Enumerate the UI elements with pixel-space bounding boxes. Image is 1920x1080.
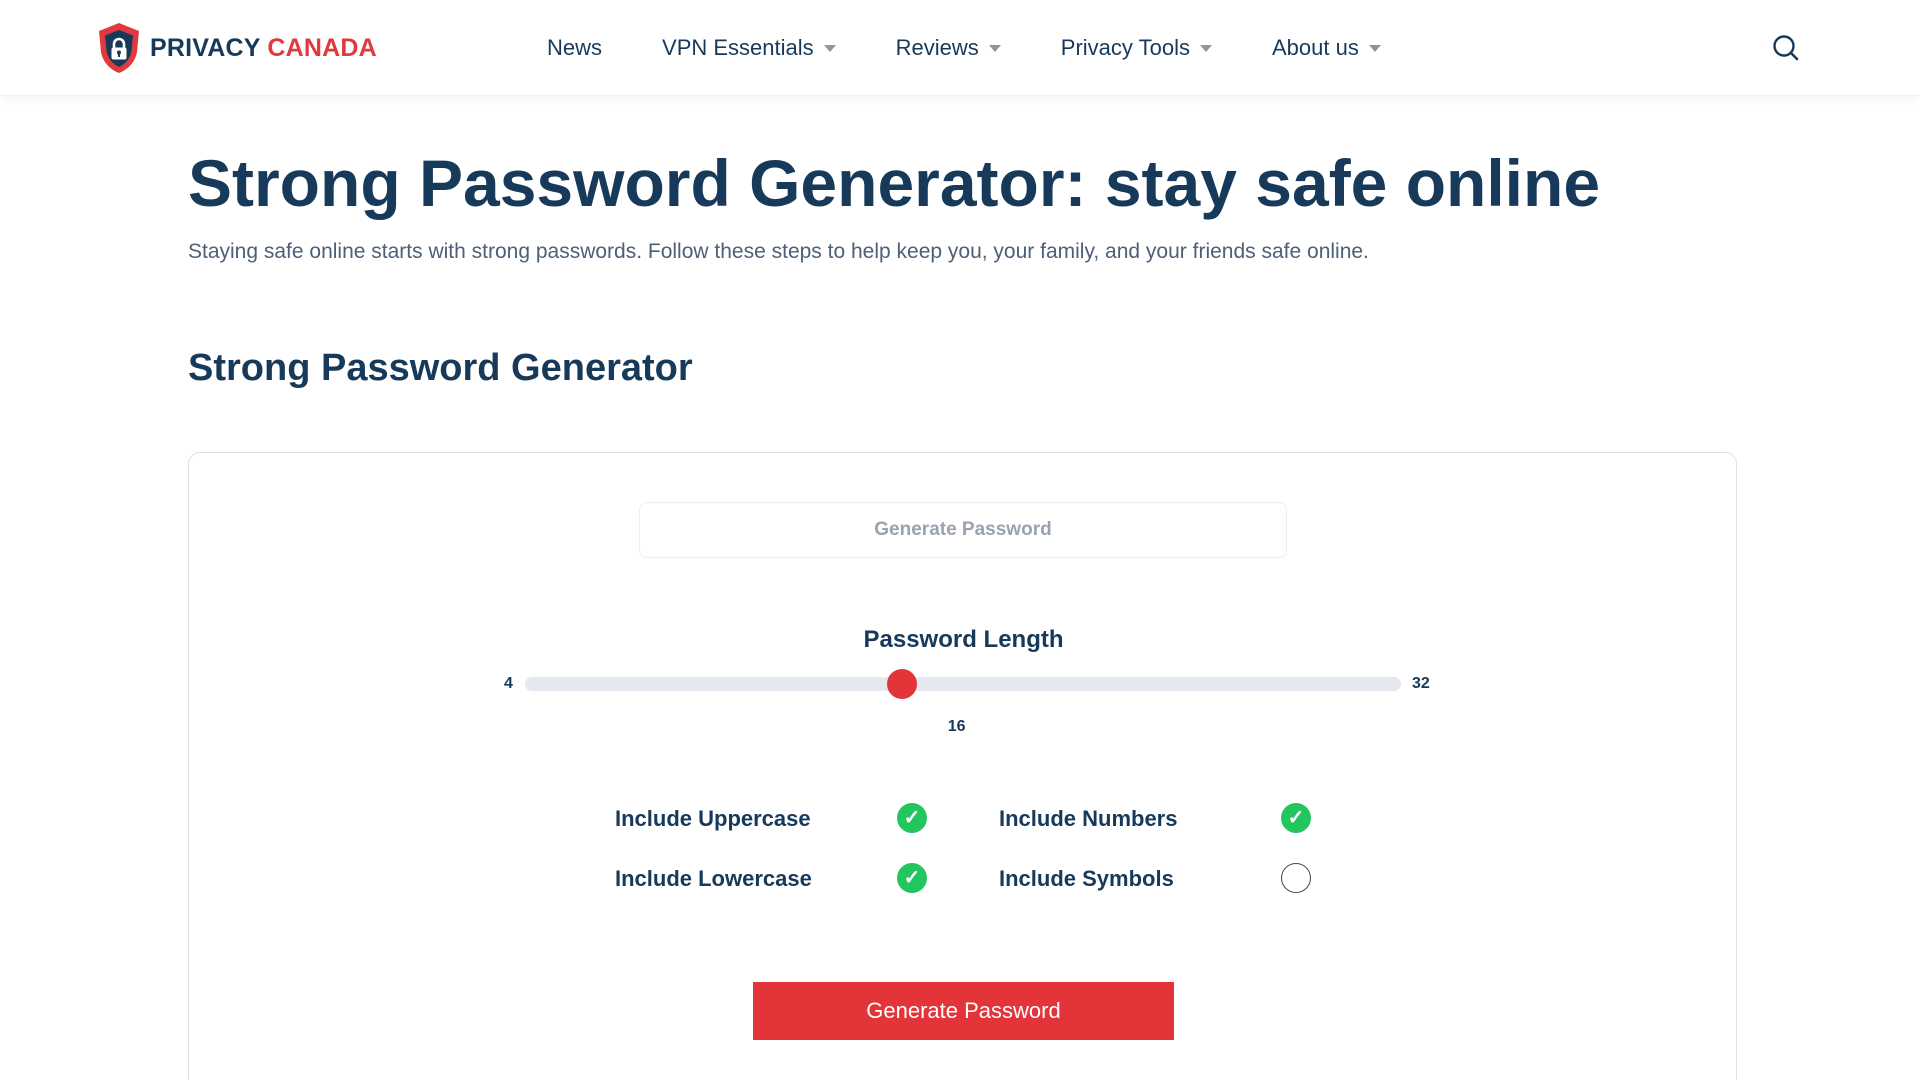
nav-reviews[interactable]: Reviews [896,35,1001,61]
chevron-down-icon [988,44,1001,52]
generate-password-button[interactable]: Generate Password [753,982,1174,1040]
chevron-down-icon [1199,44,1212,52]
checkmark-icon: ✓ [903,807,921,829]
main-nav: News VPN Essentials Reviews Privacy Tool… [547,0,1441,96]
logo-word-canada: CANADA [267,33,377,62]
checkmark-icon: ✓ [903,867,921,889]
option-lowercase-label: Include Lowercase [615,866,812,891]
nav-reviews-label: Reviews [895,35,979,60]
shield-lock-icon [99,23,139,73]
nav-vpn-essentials-label: VPN Essentials [662,35,814,60]
generate-password-button-label: Generate Password [866,998,1061,1023]
logo-word-privacy: PRIVACY [150,33,261,62]
page-subtitle: Staying safe online starts with strong p… [188,240,1369,263]
site-header: PRIVACY CANADA News VPN Essentials Revie… [0,0,1920,96]
password-length-label: Password Length [863,626,1064,653]
password-length-slider[interactable] [525,669,1401,699]
chevron-down-icon [1368,44,1381,52]
search-button[interactable] [1770,32,1802,64]
password-output-field[interactable]: Generate Password [639,502,1287,558]
option-symbols-label: Include Symbols [999,866,1174,891]
option-symbols-checkbox[interactable] [1281,863,1311,893]
option-numbers-checkbox[interactable]: ✓ [1281,803,1311,833]
chevron-down-icon [823,44,836,52]
nav-about-us-label: About us [1271,35,1359,60]
password-output-placeholder: Generate Password [874,519,1052,540]
nav-news-label: News [547,35,603,60]
slider-max-label: 32 [1412,675,1430,692]
checkmark-icon: ✓ [1287,807,1305,829]
site-logo[interactable]: PRIVACY CANADA [97,22,377,74]
option-lowercase-checkbox[interactable]: ✓ [897,863,927,893]
nav-about-us[interactable]: About us [1272,35,1381,61]
slider-value-label: 16 [947,718,966,735]
logo-text: PRIVACY CANADA [150,34,377,63]
slider-min-label: 4 [504,675,513,692]
option-uppercase-checkbox[interactable]: ✓ [897,803,927,833]
search-icon [1773,35,1799,61]
slider-thumb[interactable] [886,669,917,699]
option-numbers-label: Include Numbers [999,806,1178,831]
nav-privacy-tools[interactable]: Privacy Tools [1061,35,1212,61]
page-title: Strong Password Generator: stay safe onl… [188,146,1601,220]
nav-news[interactable]: News [547,35,602,61]
nav-vpn-essentials[interactable]: VPN Essentials [662,35,836,61]
password-generator-card: Generate Password Password Length 4 32 1… [188,452,1737,1080]
option-uppercase-label: Include Uppercase [615,806,811,831]
nav-privacy-tools-label: Privacy Tools [1060,35,1190,60]
section-title: Strong Password Generator [188,347,693,389]
